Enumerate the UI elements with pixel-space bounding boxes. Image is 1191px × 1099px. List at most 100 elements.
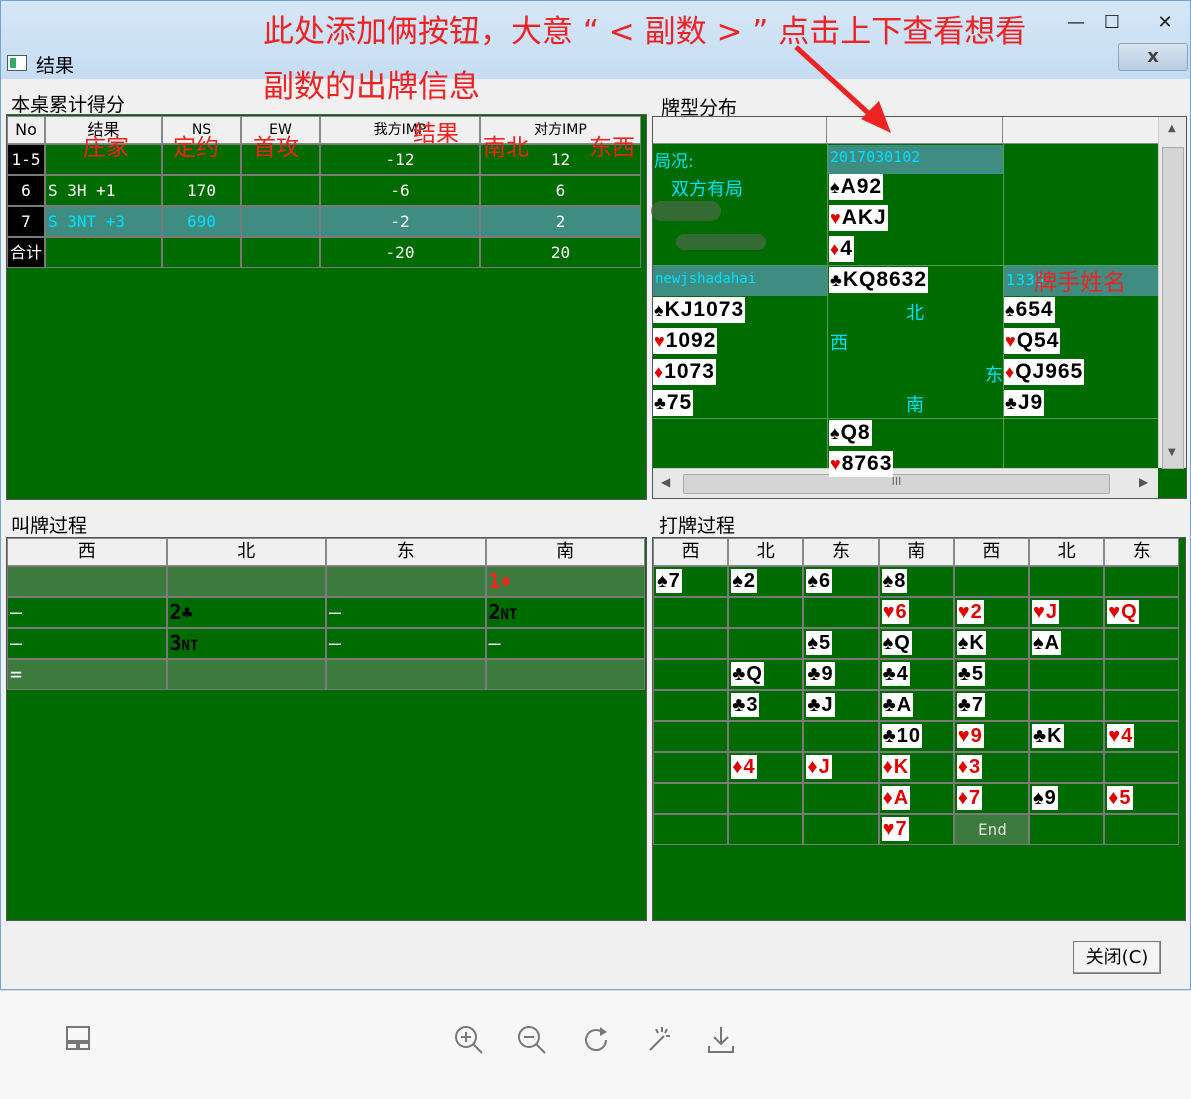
score-annotation: 首攻 (253, 135, 299, 161)
play-cell (1104, 690, 1180, 721)
west-hand-spades-cards: ♠KJ1073 (653, 297, 746, 323)
play-cell (653, 659, 729, 690)
play-cell: ♣J (803, 690, 879, 721)
vertical-scrollbar[interactable]: ▲ ▼ (1158, 117, 1186, 469)
maximize-button[interactable]: ☐ (1098, 9, 1126, 37)
hearts-suit-icon: ♥ (654, 331, 666, 351)
bidding-cell: = (7, 659, 167, 690)
play-header-cell: 东 (1104, 538, 1180, 566)
score-cell: -2 (320, 206, 480, 237)
played-card: ♥4 (1107, 724, 1135, 748)
layout-icon[interactable] (60, 1024, 96, 1060)
score-cell: -12 (320, 144, 480, 175)
played-card: ♦4 (731, 755, 757, 779)
vertical-scroll-thumb[interactable] (1162, 147, 1184, 469)
clubs-suit-icon: ♣ (654, 393, 667, 413)
play-cell (803, 783, 879, 814)
play-cell (953, 566, 1029, 597)
east-hand-hearts: ♥Q54 (1004, 328, 1061, 356)
north-hand-clubs-cards: ♣KQ8632 (829, 267, 929, 293)
played-card: ♦5 (1107, 786, 1133, 810)
played-card: ♣Q (731, 662, 764, 686)
clubs-suit-icon: ♣ (830, 270, 843, 290)
played-card: ♠A (1032, 631, 1062, 655)
annotation-text-line2: 副数的出牌信息 (263, 69, 480, 105)
horizontal-scrollbar[interactable]: ◀ III ▶ (653, 468, 1158, 498)
played-card: ♠K (956, 631, 986, 655)
play-cell (1104, 659, 1180, 690)
play-cell (653, 721, 729, 752)
score-cell: 170 (162, 175, 241, 206)
played-card: ♥Q (1107, 600, 1139, 624)
close-x-button[interactable]: x (1118, 43, 1188, 71)
spades-suit-icon: ♠ (830, 177, 841, 197)
score-cell: 合计 (7, 237, 45, 268)
play-cell (653, 752, 729, 783)
play-cell (803, 597, 879, 628)
play-cell (1104, 628, 1180, 659)
score-cell: 2 (480, 206, 641, 237)
bidding-header-cell: 北 (166, 538, 326, 566)
close-button[interactable]: 关闭(C) (1073, 941, 1161, 974)
west-hand-clubs-cards: ♣75 (653, 390, 694, 416)
download-icon[interactable] (703, 1024, 739, 1060)
bidding-header-cell: 西 (7, 538, 167, 566)
rotate-icon[interactable] (578, 1024, 614, 1060)
east-hand-clubs-cards: ♣J9 (1004, 390, 1045, 416)
play-header-cell: 东 (803, 538, 879, 566)
score-cell: 6 (480, 175, 641, 206)
window-close-button[interactable]: ✕ (1151, 9, 1179, 37)
play-cell: ♦K (878, 752, 954, 783)
play-cell: ♥9 (953, 721, 1029, 752)
clubs-suit-icon: ♣ (1005, 393, 1018, 413)
window-icon (7, 55, 27, 71)
score-header-cell: No (7, 116, 45, 144)
score-cell: 20 (480, 237, 641, 268)
west-hand-spades: ♠KJ1073 (653, 297, 746, 325)
play-cell: ♣4 (878, 659, 954, 690)
play-cell (1029, 566, 1105, 597)
played-card: ♣10 (881, 724, 922, 748)
bidding-cell: 3NT (166, 628, 326, 659)
minimize-button[interactable]: — (1062, 9, 1090, 37)
play-cell (1029, 752, 1105, 783)
diamonds-suit-icon: ♦ (830, 239, 841, 259)
bidding-cell: — (7, 597, 167, 628)
score-cell: 7 (7, 206, 45, 237)
north-hand-hearts-cards: ♥AKJ (829, 205, 888, 231)
play-cell: ♥2 (953, 597, 1029, 628)
dir-east: 东 (985, 365, 1003, 386)
bidding-cell: 2♣ (166, 597, 326, 628)
play-cell: ♣K (1029, 721, 1105, 752)
window-title: 结果 (36, 55, 75, 77)
play-cell: ♥4 (1104, 721, 1180, 752)
west-hand-hearts: ♥1092 (653, 328, 718, 356)
played-card: ♦3 (956, 755, 983, 779)
play-cell: ♥Q (1104, 597, 1180, 628)
bidding-cell: 1♦ (485, 566, 645, 597)
play-cell (1029, 814, 1105, 845)
play-cell: ♣A (878, 690, 954, 721)
bidding-cell: — (7, 628, 167, 659)
west-hand-hearts-cards: ♥1092 (653, 328, 718, 354)
magic-wand-icon[interactable] (640, 1024, 676, 1060)
north-hand-spades-cards: ♠A92 (829, 174, 884, 200)
diamonds-suit-icon: ♦ (654, 362, 665, 382)
west-hand-clubs: ♣75 (653, 390, 694, 418)
played-card: ♣4 (881, 662, 910, 686)
east-hand-diamonds: ♦QJ965 (1004, 359, 1085, 387)
zoom-out-icon[interactable] (514, 1024, 550, 1060)
play-cell (653, 814, 729, 845)
played-card: ♠2 (731, 569, 757, 593)
hearts-suit-icon: ♥ (830, 454, 842, 474)
horizontal-scroll-thumb[interactable]: III (683, 474, 1110, 494)
zoom-in-icon[interactable] (451, 1024, 487, 1060)
dir-south: 南 (906, 395, 924, 416)
east-hand-diamonds-cards: ♦QJ965 (1004, 359, 1085, 385)
play-panel-title: 打牌过程 (659, 515, 736, 537)
play-cell: ♣Q (728, 659, 804, 690)
play-header-cell: 北 (1029, 538, 1105, 566)
played-card: ♣K (1032, 724, 1064, 748)
bidding-cell: — (485, 628, 645, 659)
score-cell: 6 (7, 175, 45, 206)
